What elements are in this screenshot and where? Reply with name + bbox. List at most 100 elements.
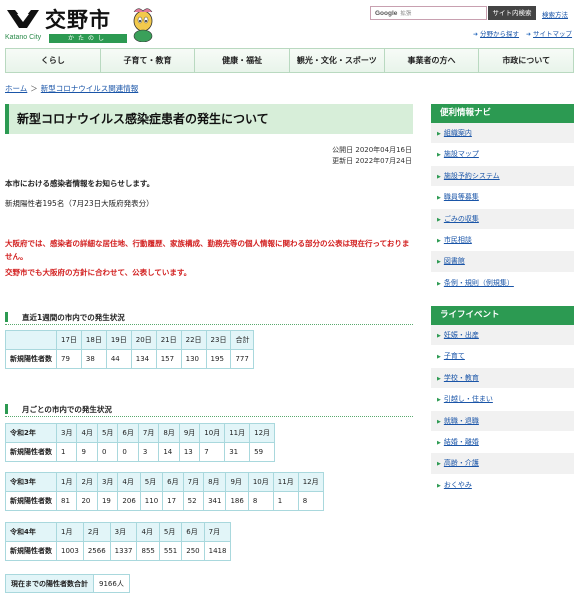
nav-item-city-government[interactable]: 市政について xyxy=(479,49,573,72)
nav-item-business[interactable]: 事業者の方へ xyxy=(385,49,480,72)
sidebar-life-link[interactable]: 子育て xyxy=(444,352,465,360)
sidebar-life-item[interactable]: ▶ 高齢・介護 xyxy=(431,453,574,475)
category-link-text[interactable]: 分野から探す xyxy=(480,30,519,38)
table-cell: 7 xyxy=(199,442,226,462)
weekly-heading-text: 直近1週間の市内での発生状況 xyxy=(22,313,125,322)
sidebar-nav-link[interactable]: ごみの収集 xyxy=(444,215,479,223)
sidebar-nav-item[interactable]: ▶ 市民相談 xyxy=(431,229,574,252)
table-header-cell: 1月 xyxy=(55,472,78,492)
page-title: 新型コロナウイルス感染症患者の発生について xyxy=(17,112,269,126)
sidebar-life-link[interactable]: おくやみ xyxy=(444,481,472,489)
table-header-cell: 9月 xyxy=(178,423,201,443)
page: 交野市 Katano City かたのし Google 拡張 サイト内検索 検索方… xyxy=(0,0,580,597)
table-cell: 14 xyxy=(158,442,180,462)
sidebar-nav-item[interactable]: ▶ 組織案内 xyxy=(431,123,574,145)
table-header-cell: 17日 xyxy=(56,330,82,350)
table-header-cell: 3月 xyxy=(109,522,138,542)
table-cell: 341 xyxy=(203,491,227,511)
table-header-cell: 7月 xyxy=(182,472,205,492)
table-header-cell: 6月 xyxy=(162,472,184,492)
table-cell: 1 xyxy=(272,491,299,511)
table-row-label: 新規陽性者数 xyxy=(5,491,57,511)
sidebar-nav-item[interactable]: ▶ ごみの収集 xyxy=(431,208,574,230)
monthly-section-heading: 月ごとの市内での発生状況 xyxy=(5,401,413,417)
triangle-right-icon: ▶ xyxy=(437,397,441,404)
table-cell: 79 xyxy=(56,349,82,369)
sidebar-nav-link[interactable]: 条例・規則（例規集） xyxy=(444,279,514,287)
table-cell: 3 xyxy=(137,442,160,462)
table-header-cell: 11月 xyxy=(224,423,251,443)
sidebar-nav-link[interactable]: 組織案内 xyxy=(444,129,472,137)
sidebar-nav-link[interactable]: 図書館 xyxy=(444,257,465,265)
sidebar-life-item[interactable]: ▶ 引越し・住まい xyxy=(431,389,574,411)
warning-text-2: 交野市でも大阪府の方針に合わせて、公表しています。 xyxy=(5,268,192,277)
table-header-cell: 20日 xyxy=(130,330,157,350)
sidebar-nav-item[interactable]: ▶ 職員等募集 xyxy=(431,187,574,209)
sidebar-nav-item[interactable]: ▶ 施設マップ xyxy=(431,144,574,166)
sidebar-nav-link[interactable]: 施設予約システム xyxy=(444,172,500,180)
sidebar-life-item[interactable]: ▶ 妊娠・出産 xyxy=(431,325,574,347)
table-row-label: 新規陽性者数 xyxy=(5,349,57,369)
sidebar-nav-link[interactable]: 職員等募集 xyxy=(444,193,479,201)
nav-item-health-welfare[interactable]: 健康・福祉 xyxy=(195,49,291,72)
table-cell: 17 xyxy=(162,491,184,511)
sidebar-life-link[interactable]: 妊娠・出産 xyxy=(444,331,479,339)
table-cell: 19 xyxy=(96,491,119,511)
table-cell: 52 xyxy=(182,491,205,511)
triangle-right-icon: ▶ xyxy=(437,461,441,468)
sidebar-life-link[interactable]: 結婚・離婚 xyxy=(444,438,479,446)
triangle-right-icon: ▶ xyxy=(437,333,441,339)
sidebar-life-item[interactable]: ▶ 結婚・離婚 xyxy=(431,431,574,454)
sidebar-nav-item[interactable]: ▶ 条例・規則（例規集） xyxy=(431,272,574,295)
search-help-link[interactable]: 検索方法 xyxy=(542,9,568,19)
table-cell: 551 xyxy=(158,541,183,561)
table-header-cell: 9月 xyxy=(225,472,249,492)
sidebar-life-link[interactable]: 引越し・住まい xyxy=(444,395,493,403)
table-header-cell: 12月 xyxy=(249,423,276,443)
sidebar-life-item[interactable]: ▶ 学校・教育 xyxy=(431,367,574,390)
sidebar-life-item[interactable]: ▶ 就職・退職 xyxy=(431,410,574,432)
table-header-cell: 7月 xyxy=(137,423,160,443)
table-cell: 0 xyxy=(96,442,119,462)
triangle-right-icon: ▶ xyxy=(437,173,441,180)
site-search-button[interactable]: サイト内検索 xyxy=(488,6,536,20)
sitemap-link[interactable]: ➜ サイトマップ xyxy=(526,28,572,38)
breadcrumb-home[interactable]: ホーム xyxy=(5,84,27,93)
table-cell: 777 xyxy=(230,349,255,369)
table-cell: 1003 xyxy=(56,541,84,561)
breadcrumb-covid-info[interactable]: 新型コロナウイルス関連情報 xyxy=(41,84,139,93)
sidebar-life-item[interactable]: ▶ おくやみ xyxy=(431,474,574,497)
table-header-cell: 1月 xyxy=(56,522,84,542)
sidebar-nav-link[interactable]: 施設マップ xyxy=(444,150,479,158)
triangle-right-icon: ▶ xyxy=(437,418,441,425)
table-cell: 8 xyxy=(247,491,274,511)
sitemap-link-text[interactable]: サイトマップ xyxy=(533,30,572,38)
category-link[interactable]: ➜ 分野から探す xyxy=(473,28,519,38)
sidebar-nav-item[interactable]: ▶ 施設予約システム xyxy=(431,165,574,188)
triangle-right-icon: ▶ xyxy=(437,259,441,266)
new-case-count: 新規陽性者195名（7月23日大阪府発表分） xyxy=(5,199,154,208)
sidebar-life-item[interactable]: ▶ 子育て xyxy=(431,346,574,368)
logo-kana: かたのし xyxy=(49,34,127,43)
table-cell: 44 xyxy=(105,349,132,369)
sidebar-life-link[interactable]: 学校・教育 xyxy=(444,374,479,382)
sidebar-nav-item[interactable]: ▶ 図書館 xyxy=(431,251,574,273)
updated-date: 更新日 2022年07月24日 xyxy=(332,157,412,165)
search-input[interactable]: Google 拡張 xyxy=(370,6,487,20)
nav-item-living[interactable]: くらし xyxy=(6,49,101,72)
global-nav: くらし 子育て・教育 健康・福祉 観光・文化・スポーツ 事業者の方へ 市政につい… xyxy=(5,48,574,73)
table-header-cell: 22日 xyxy=(180,330,207,350)
sidebar-nav-link[interactable]: 市民相談 xyxy=(444,236,472,244)
table-cell: 9 xyxy=(76,442,98,462)
sidebar-life-link[interactable]: 就職・退職 xyxy=(444,417,479,425)
search-placeholder: 拡張 xyxy=(400,11,412,17)
mascot-image xyxy=(133,8,153,42)
table-header-cell: 3月 xyxy=(55,423,78,443)
table-header-cell: 2月 xyxy=(76,472,98,492)
sidebar-life-link[interactable]: 高齢・介護 xyxy=(444,459,479,467)
table-header-cell: 6月 xyxy=(117,423,139,443)
nav-item-tourism-culture-sports[interactable]: 観光・文化・スポーツ xyxy=(290,49,385,72)
table-cell: 1418 xyxy=(203,541,232,561)
triangle-right-icon: ▶ xyxy=(437,195,441,202)
nav-item-childcare-education[interactable]: 子育て・教育 xyxy=(101,49,196,72)
